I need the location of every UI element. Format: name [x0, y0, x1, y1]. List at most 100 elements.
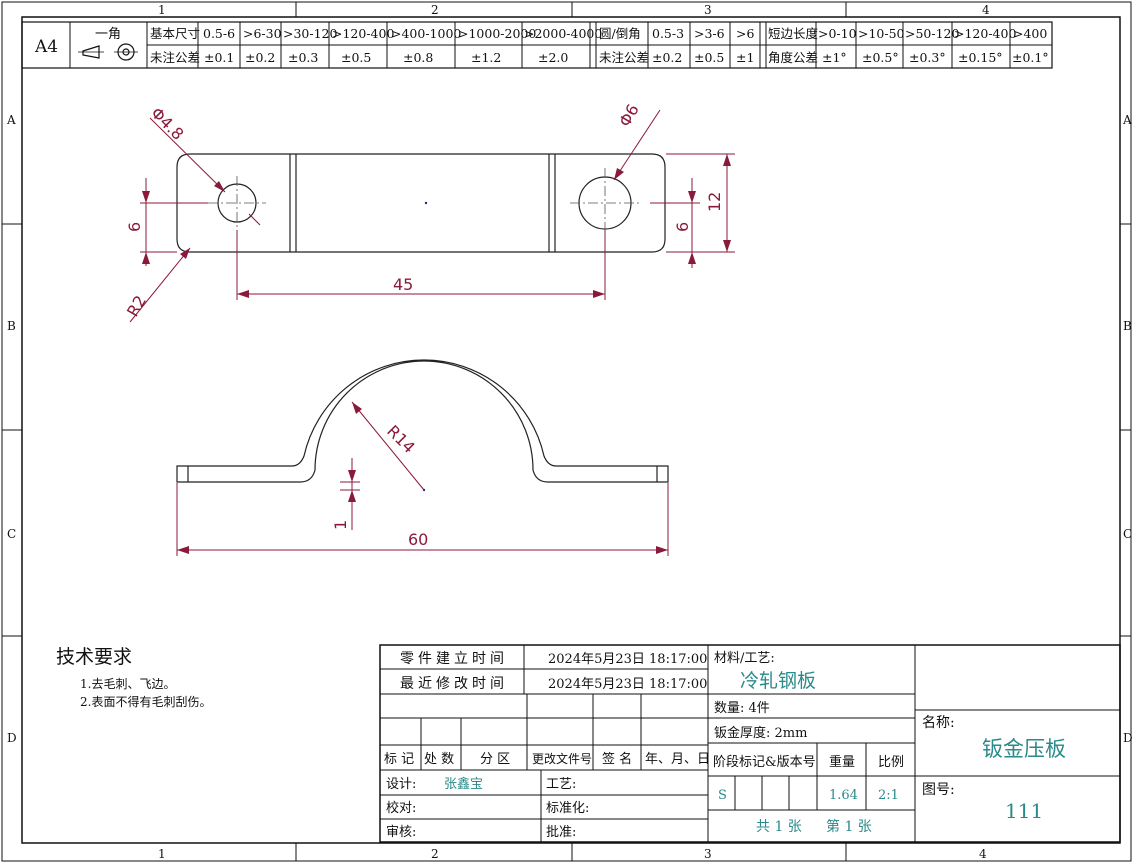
dim-width-12: 12	[705, 192, 724, 212]
designer-name: 张鑫宝	[444, 776, 483, 792]
projection-label: 一角	[95, 27, 121, 42]
standard-label: 标准化:	[546, 801, 589, 816]
craft-label: 工艺:	[546, 777, 576, 792]
size-range-2: >30-120	[283, 26, 338, 41]
angle-range-0: >0-10	[818, 26, 857, 41]
angle-range-1: >10-50	[858, 26, 905, 41]
sheet-size: A4	[34, 37, 58, 57]
fillet-range-1: >3-6	[694, 26, 725, 41]
angle-tol-4: ±0.1°	[1012, 50, 1049, 65]
size-tol-3: ±0.5	[341, 50, 371, 65]
sheet-number: 第 1 张	[826, 818, 872, 835]
material-label: 材料/工艺:	[714, 651, 775, 666]
dim-hole-left: Φ4.8	[147, 103, 187, 143]
dim-corner-radius: R2	[123, 292, 150, 320]
angle-range-2: >50-120	[905, 26, 960, 41]
tech-requirement-1: 1.去毛刺、飞边。	[80, 677, 175, 691]
zone-col-3-top: 3	[704, 3, 712, 17]
size-tol-6: ±2.0	[538, 50, 568, 65]
zone-col-4-top: 4	[982, 3, 990, 17]
top-view-dimensions	[129, 109, 735, 323]
zone-row-a-right: A	[1122, 113, 1132, 127]
dim-hole-spacing: 45	[393, 275, 413, 294]
check-label: 校对:	[386, 800, 416, 816]
fillet-tol-2: ±1	[736, 50, 754, 65]
size-range-1: >6-30	[243, 26, 282, 41]
rev-header-zone: 分 区	[480, 752, 510, 767]
zone-row-b-left: B	[7, 319, 16, 333]
drawing-sheet: 1 2 3 4 1 2 3 4 A B C D A B C D A4 一角 基本…	[1, 1, 1133, 862]
drawing-no-label: 图号:	[922, 782, 955, 798]
zone-row-b-right: B	[1123, 319, 1132, 333]
created-value: 2024年5月23日 18:17:00	[548, 652, 707, 667]
rev-header-docno: 更改文件号	[532, 751, 592, 766]
dim-edge-right-6: 6	[673, 222, 692, 232]
size-range-4: >400-1000	[391, 26, 461, 41]
size-range-0: 0.5-6	[203, 26, 235, 41]
tech-requirements-title: 技术要求	[56, 646, 132, 668]
basic-size-label: 基本尺寸	[150, 26, 200, 41]
angle-tol-3: ±0.15°	[958, 50, 1003, 65]
fillet-range-0: 0.5-3	[652, 26, 684, 41]
tech-requirements: 技术要求 1.去毛刺、飞边。 2.表面不得有毛刺刮伤。	[56, 646, 211, 709]
angle-tol-1: ±0.5°	[862, 50, 899, 65]
top-view-dimension-text: Φ4.8 Φ6 12 6 6 R2 45	[123, 101, 724, 320]
weight-label: 重量	[829, 754, 855, 770]
front-view-dimension-text: R14 1 60	[331, 421, 428, 549]
material-value: 冷轧钢板	[740, 670, 816, 692]
zone-col-4-bottom: 4	[979, 847, 987, 861]
size-tol-4: ±0.8	[403, 50, 433, 65]
fillet-tol-0: ±0.2	[652, 50, 682, 65]
angle-range-4: >400	[1013, 26, 1047, 41]
weight-value: 1.64	[829, 788, 858, 803]
zone-row-d-left: D	[7, 731, 17, 745]
total-sheets: 共 1 张	[756, 819, 802, 835]
size-range-3: >120-400	[332, 26, 394, 41]
zone-row-d-right: D	[1123, 731, 1133, 745]
fillet-label: 圆/倒角	[599, 26, 641, 41]
name-label: 名称:	[922, 715, 955, 731]
top-view	[176, 153, 666, 253]
stage-value: S	[718, 788, 727, 803]
strap-outline	[176, 359, 669, 483]
size-tol-1: ±0.2	[245, 50, 275, 65]
design-label: 设计:	[386, 777, 416, 792]
angle-tol-2: ±0.3°	[909, 50, 946, 65]
angle-tol-label: 角度公差	[768, 50, 818, 65]
stage-label: 阶段标记&版本号	[713, 755, 816, 770]
projection-symbol-icon	[78, 43, 138, 61]
zone-row-c-left: C	[7, 527, 16, 541]
created-label: 零件建立时间	[400, 651, 508, 667]
angle-tol-0: ±1°	[822, 50, 847, 65]
modified-label: 最近修改时间	[400, 676, 508, 692]
zone-col-2-top: 2	[431, 3, 439, 17]
size-tol-0: ±0.1	[204, 50, 234, 65]
fillet-tol-label: 未注公差	[599, 50, 649, 65]
rev-header-sign: 签 名	[602, 751, 632, 767]
review-label: 审核:	[386, 825, 416, 840]
drawing-no-value: 111	[1005, 799, 1043, 823]
hole-right	[578, 176, 632, 230]
zone-row-a-left: A	[6, 113, 16, 127]
scale-value: 2:1	[878, 788, 899, 803]
dim-hole-right: Φ6	[615, 101, 643, 130]
zone-row-c-right: C	[1123, 527, 1132, 541]
zone-col-3-bottom: 3	[704, 847, 712, 861]
rev-header-count: 处 数	[424, 752, 454, 767]
part-name: 钣金压板	[982, 737, 1066, 761]
angle-range-3: >120-400	[954, 26, 1016, 41]
sheet-thickness: 钣金厚度: 2mm	[714, 725, 807, 741]
modified-value: 2024年5月23日 18:17:00	[548, 677, 707, 692]
unnoted-tol-label: 未注公差	[150, 50, 200, 65]
tech-requirement-2: 2.表面不得有毛刺刮伤。	[80, 694, 211, 709]
zone-col-1-top: 1	[158, 3, 166, 17]
size-tol-2: ±0.3	[288, 50, 318, 65]
fillet-range-2: >6	[736, 26, 754, 41]
scale-label: 比例	[878, 755, 904, 770]
size-range-6: >2000-4000	[524, 26, 602, 41]
rev-header-date: 年、月、日	[645, 752, 710, 767]
size-tol-5: ±1.2	[471, 50, 501, 65]
short-edge-label: 短边长度	[768, 26, 819, 41]
zone-col-2-bottom: 2	[431, 847, 439, 861]
front-view	[176, 359, 669, 492]
